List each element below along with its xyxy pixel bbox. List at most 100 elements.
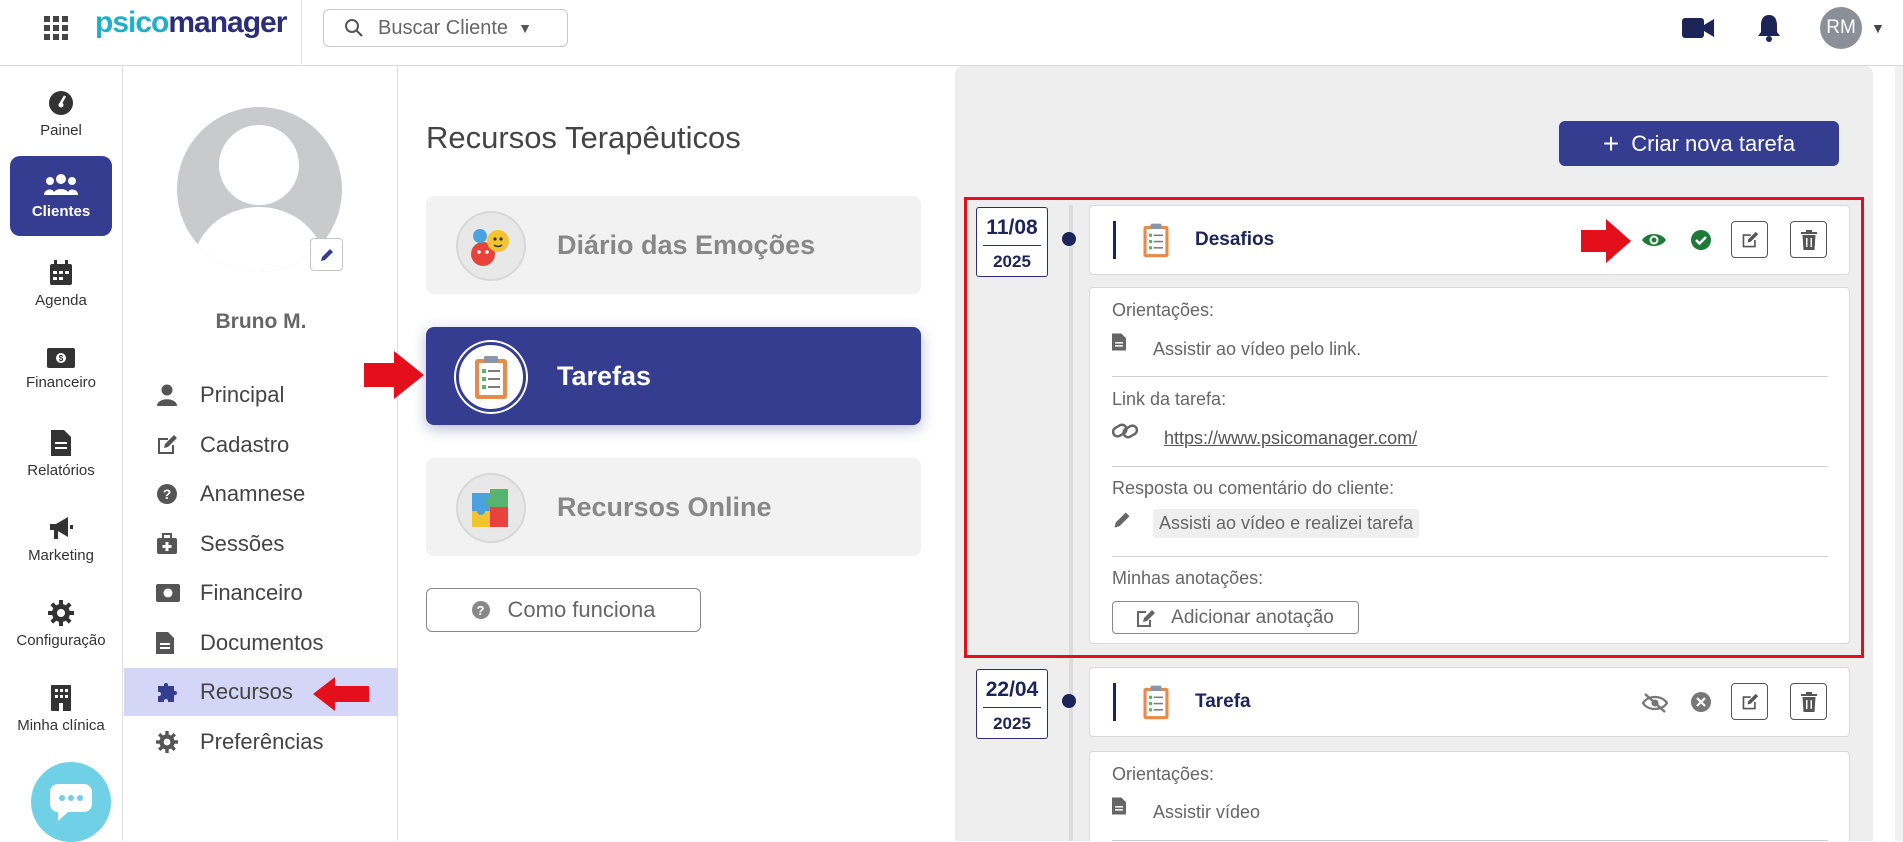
- task-link-label: Link da tarefa:: [1112, 389, 1227, 409]
- task-name: Tarefa: [1195, 691, 1251, 712]
- nav-item-label: Configuração: [16, 631, 106, 649]
- create-task-label: Criar nova tarefa: [1631, 130, 1796, 156]
- resource-card-diario[interactable]: Diário das Emoções: [426, 196, 921, 294]
- client-menu-label: Preferências: [200, 729, 324, 754]
- timeline-dot: [1062, 694, 1076, 708]
- add-note-button[interactable]: Adicionar anotação: [1112, 601, 1359, 634]
- edit-icon: [1742, 231, 1758, 247]
- resource-card-label: Tarefas: [557, 360, 652, 391]
- nav-item-painel[interactable]: Painel: [10, 74, 112, 154]
- resource-card-recursos-online[interactable]: Recursos Online: [426, 458, 921, 556]
- nav-item-label: Financeiro: [25, 373, 97, 391]
- divider: [1112, 466, 1828, 467]
- nav-item-label: Clientes: [31, 202, 91, 220]
- task-accent-bar: [1113, 683, 1116, 721]
- nav-item-label: Marketing: [28, 546, 94, 564]
- nav-item-label: Relatórios: [27, 461, 95, 479]
- resource-card-label: Diário das Emoções: [557, 229, 816, 260]
- bell-icon[interactable]: [1756, 13, 1782, 48]
- medkit-icon: [157, 533, 177, 554]
- gear-icon: [48, 599, 74, 626]
- money-icon: [156, 584, 180, 602]
- task-accent-bar: [1113, 221, 1116, 259]
- client-name: Bruno M.: [215, 310, 307, 333]
- client-menu-financeiro[interactable]: Financeiro: [124, 569, 398, 617]
- red-arrow-annotation: [313, 677, 369, 711]
- client-menu-label: Anamnese: [200, 481, 306, 506]
- task-name: Desafios: [1195, 229, 1275, 250]
- x-circle-icon[interactable]: [1690, 691, 1712, 713]
- timeline-line: [1069, 205, 1073, 841]
- nav-item-label: Painel: [40, 121, 82, 139]
- client-menu-label: Principal: [200, 382, 285, 407]
- client-menu-cadastro[interactable]: Cadastro: [124, 421, 398, 469]
- calendar-icon: [50, 259, 72, 285]
- document-icon: [1112, 333, 1126, 351]
- add-note-label: Adicionar anotação: [1171, 606, 1334, 628]
- task-date-year: 2025: [993, 252, 1031, 271]
- building-icon: [51, 684, 71, 711]
- client-menu-principal[interactable]: Principal: [124, 371, 398, 419]
- caret-down-icon[interactable]: ▼: [1871, 20, 1885, 36]
- nav-item-clientes[interactable]: Clientes: [10, 156, 112, 236]
- edit-task-button[interactable]: [1731, 221, 1768, 258]
- user-avatar[interactable]: RM: [1820, 7, 1862, 49]
- edit-task-button[interactable]: [1731, 683, 1768, 720]
- task-header[interactable]: Desafios: [1089, 205, 1850, 275]
- note-edit-icon: [1137, 609, 1156, 627]
- client-menu-sessoes[interactable]: Sessões: [124, 520, 398, 568]
- eye-visible-icon[interactable]: [1641, 231, 1667, 249]
- guidance-label: Orientações:: [1112, 300, 1215, 320]
- client-menu-documentos[interactable]: Documentos: [124, 619, 398, 667]
- pencil-icon: [320, 248, 333, 261]
- document-icon: [51, 429, 71, 456]
- task-details: Orientações: Assistir ao vídeo pelo link…: [1089, 287, 1850, 644]
- question-icon: ?: [157, 484, 177, 504]
- delete-task-button[interactable]: [1790, 683, 1827, 720]
- video-camera-icon[interactable]: [1682, 17, 1714, 44]
- how-it-works-button[interactable]: ? Como funciona: [426, 588, 701, 632]
- document-icon: [1112, 797, 1126, 815]
- delete-task-button[interactable]: [1790, 221, 1827, 258]
- task-header[interactable]: Tarefa: [1089, 667, 1850, 737]
- pencil-icon: [1114, 512, 1130, 528]
- nav-item-financeiro[interactable]: $ Financeiro: [10, 329, 112, 409]
- chat-icon: [50, 784, 92, 821]
- scrollbar[interactable]: [1895, 66, 1903, 841]
- client-answer-label: Resposta ou comentário do cliente:: [1112, 478, 1395, 498]
- chat-support-button[interactable]: [31, 762, 111, 842]
- eye-hidden-icon[interactable]: [1641, 693, 1669, 713]
- nav-item-agenda[interactable]: Agenda: [10, 244, 112, 324]
- guidance-text: Assistir ao vídeo pelo link.: [1153, 339, 1362, 359]
- create-task-button[interactable]: + Criar nova tarefa: [1559, 121, 1839, 166]
- client-search-dropdown[interactable]: Buscar Cliente ▼: [323, 9, 568, 47]
- task-link[interactable]: https://www.psicomanager.com/: [1164, 428, 1417, 449]
- check-circle-icon[interactable]: [1690, 229, 1712, 251]
- link-icon: [1112, 423, 1138, 439]
- clipboard-icon: [456, 342, 526, 412]
- clipboard-icon: [1143, 685, 1169, 720]
- guidance-text: Assistir vídeo: [1153, 802, 1261, 822]
- money-icon: $: [47, 347, 75, 368]
- app-logo[interactable]: psicomanager: [95, 6, 287, 40]
- nav-item-minha-clinica[interactable]: Minha clínica: [10, 669, 112, 749]
- timeline-dot: [1062, 232, 1076, 246]
- nav-item-configuracao[interactable]: Configuração: [10, 584, 112, 664]
- nav-item-marketing[interactable]: Marketing: [10, 499, 112, 579]
- my-notes-label: Minhas anotações:: [1112, 568, 1264, 588]
- resource-card-tarefas[interactable]: Tarefas: [426, 327, 921, 425]
- users-icon: [44, 173, 78, 195]
- edit-photo-button[interactable]: [310, 238, 343, 271]
- task-date-day-month: 11/08: [983, 208, 1041, 246]
- clipboard-icon: [1143, 223, 1169, 258]
- client-menu-anamnese[interactable]: ? Anamnese: [124, 470, 398, 518]
- trash-icon: [1800, 229, 1817, 250]
- task-date-year: 2025: [993, 714, 1031, 733]
- apps-grid-icon[interactable]: [44, 16, 68, 40]
- edit-icon: [1742, 693, 1758, 709]
- search-icon: [345, 19, 363, 37]
- task-details: Orientações: Assistir vídeo: [1089, 751, 1850, 841]
- client-menu-preferencias[interactable]: Preferências: [124, 718, 398, 766]
- how-it-works-label: Como funciona: [507, 597, 656, 622]
- nav-item-relatorios[interactable]: Relatórios: [10, 414, 112, 494]
